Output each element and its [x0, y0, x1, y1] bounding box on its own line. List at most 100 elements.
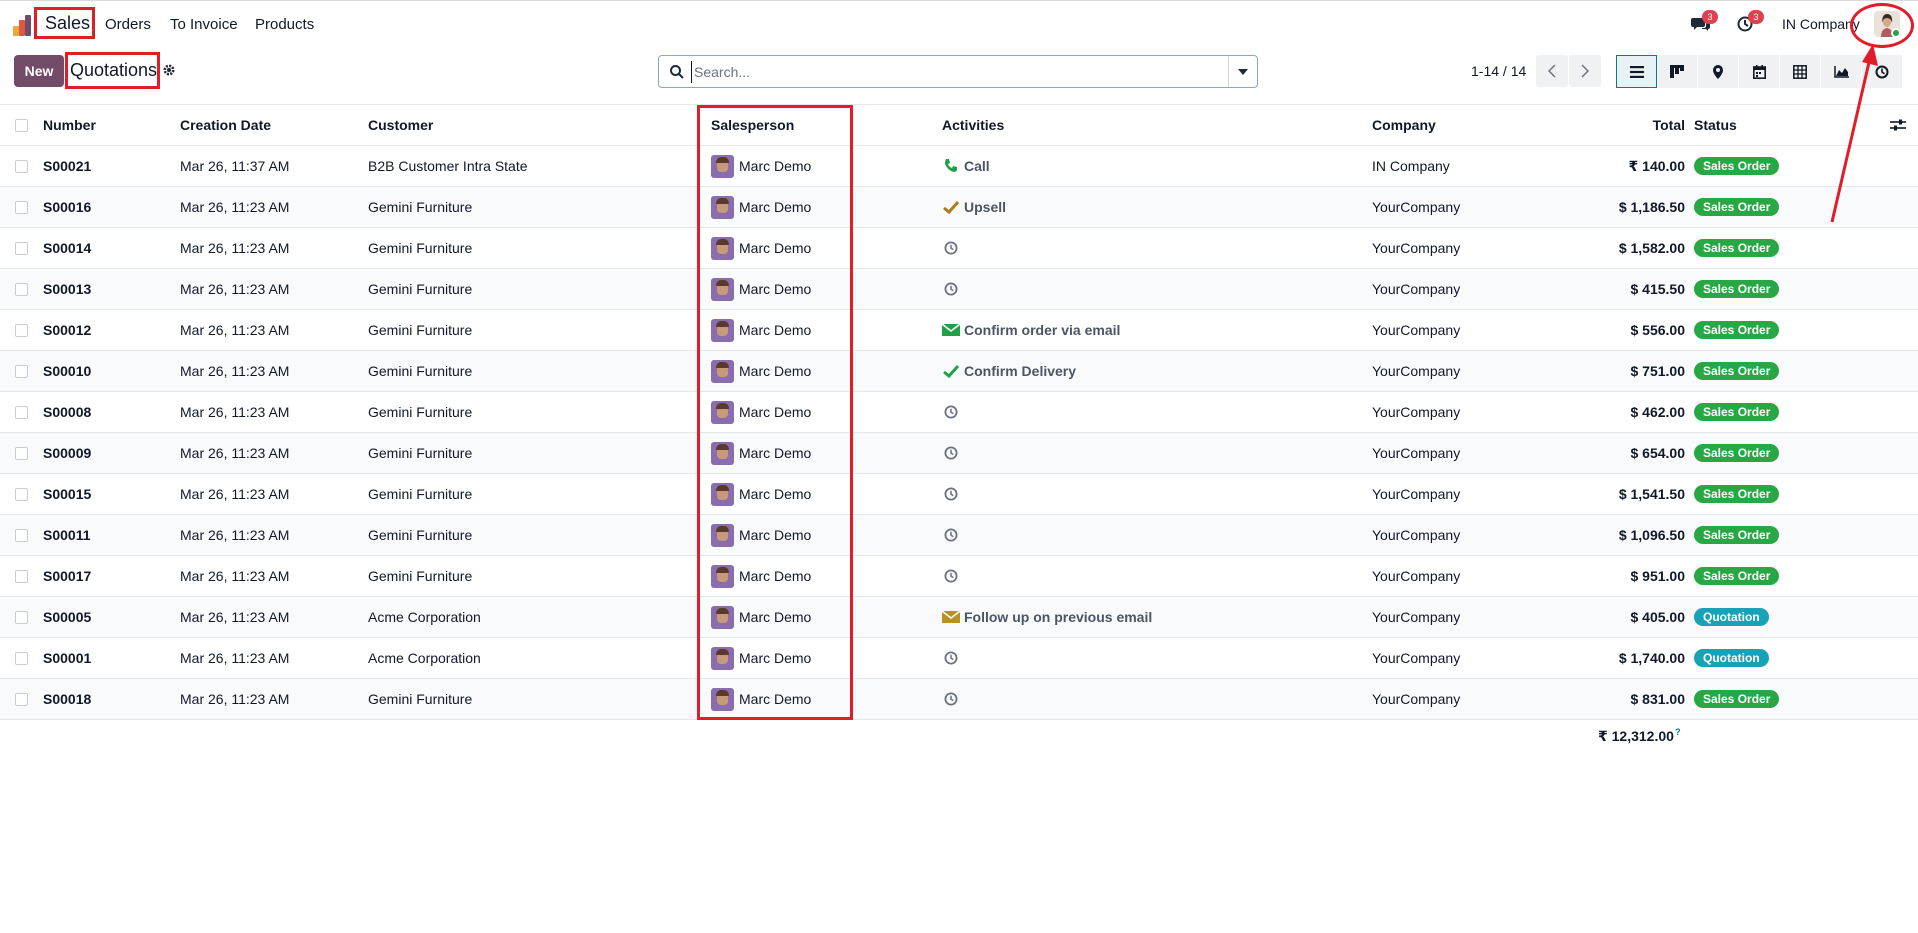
- row-checkbox[interactable]: [15, 652, 28, 665]
- cell-activity[interactable]: [942, 638, 964, 678]
- cell-total: ₹ 140.00: [1628, 157, 1685, 174]
- view-map-button[interactable]: [1698, 55, 1739, 88]
- cell-creation-date: Mar 26, 11:23 AM: [180, 650, 290, 666]
- cell-activity[interactable]: Call: [942, 146, 990, 186]
- menu-products[interactable]: Products: [255, 16, 314, 33]
- table-row[interactable]: S00008 Mar 26, 11:23 AM Gemini Furniture Ma…: [0, 392, 1918, 433]
- status-badge: Sales Order: [1694, 526, 1780, 544]
- table-row[interactable]: S00016 Mar 26, 11:23 AM Gemini Furniture Ma…: [0, 187, 1918, 228]
- table-row[interactable]: S00005 Mar 26, 11:23 AM Acme Corporation Ma…: [0, 597, 1918, 638]
- menu-orders[interactable]: Orders: [105, 16, 151, 33]
- pager-value[interactable]: 1-14 / 14: [1471, 63, 1526, 79]
- column-total[interactable]: Total: [1653, 105, 1685, 145]
- clock-icon[interactable]: [942, 403, 960, 421]
- row-checkbox[interactable]: [15, 488, 28, 501]
- annotation-arrow: [1830, 44, 1878, 223]
- cell-activity[interactable]: [942, 269, 964, 309]
- clock-icon[interactable]: [942, 444, 960, 462]
- actions-gear-button[interactable]: [162, 63, 176, 77]
- messages-button[interactable]: 3: [1691, 10, 1718, 32]
- cell-activity[interactable]: [942, 474, 964, 514]
- table-row[interactable]: S00009 Mar 26, 11:23 AM Gemini Furniture Ma…: [0, 433, 1918, 474]
- company-switcher[interactable]: IN Company: [1782, 16, 1860, 32]
- optional-columns-button[interactable]: [1890, 118, 1906, 132]
- envelope-green-icon[interactable]: [942, 321, 960, 339]
- cell-total: $ 462.00: [1630, 404, 1686, 420]
- cell-total: $ 1,096.50: [1618, 527, 1685, 543]
- cell-customer: Gemini Furniture: [368, 322, 473, 338]
- cell-activity[interactable]: Follow up on previous email: [942, 597, 1152, 637]
- column-company[interactable]: Company: [1372, 105, 1436, 145]
- table-row[interactable]: S00012 Mar 26, 11:23 AM Gemini Furniture Ma…: [0, 310, 1918, 351]
- select-all-checkbox[interactable]: [15, 119, 28, 132]
- cell-status: Sales Order: [1694, 515, 1780, 555]
- row-checkbox[interactable]: [15, 283, 28, 296]
- cell-activity[interactable]: [942, 392, 964, 432]
- menu-to-invoice[interactable]: To Invoice: [170, 16, 238, 33]
- table-row[interactable]: S00015 Mar 26, 11:23 AM Gemini Furniture Ma…: [0, 474, 1918, 515]
- clock-icon[interactable]: [942, 280, 960, 298]
- clock-icon[interactable]: [942, 649, 960, 667]
- table-row[interactable]: S00013 Mar 26, 11:23 AM Gemini Furniture Ma…: [0, 269, 1918, 310]
- column-status[interactable]: Status: [1694, 105, 1737, 145]
- status-badge: Sales Order: [1694, 198, 1780, 216]
- status-badge: Sales Order: [1694, 280, 1780, 298]
- search-input[interactable]: [691, 61, 1221, 83]
- new-button[interactable]: New: [14, 55, 64, 87]
- sales-app-logo-icon[interactable]: [13, 14, 33, 36]
- row-checkbox[interactable]: [15, 693, 28, 706]
- row-checkbox[interactable]: [15, 447, 28, 460]
- grand-total-help-icon[interactable]: ?: [1675, 727, 1681, 737]
- view-pivot-button[interactable]: [1780, 55, 1821, 88]
- row-checkbox[interactable]: [15, 324, 28, 337]
- clock-icon[interactable]: [942, 567, 960, 585]
- row-checkbox[interactable]: [15, 365, 28, 378]
- status-badge: Sales Order: [1694, 239, 1780, 257]
- cell-activity[interactable]: [942, 679, 964, 719]
- cell-company: YourCompany: [1372, 281, 1461, 297]
- column-activities[interactable]: Activities: [942, 105, 1004, 145]
- check-gold-icon[interactable]: [942, 198, 960, 216]
- view-list-button[interactable]: [1616, 55, 1657, 88]
- cell-activity[interactable]: [942, 556, 964, 596]
- envelope-gold-icon[interactable]: [942, 608, 960, 626]
- column-number[interactable]: Number: [43, 105, 96, 145]
- phone-icon[interactable]: [942, 157, 960, 175]
- cell-activity[interactable]: [942, 228, 964, 268]
- table-row[interactable]: S00021 Mar 26, 11:37 AM B2B Customer Intra…: [0, 146, 1918, 187]
- activities-button[interactable]: 3: [1737, 10, 1764, 32]
- cell-activity[interactable]: Upsell: [942, 187, 1006, 227]
- row-checkbox[interactable]: [15, 611, 28, 624]
- row-checkbox[interactable]: [15, 406, 28, 419]
- table-row[interactable]: S00001 Mar 26, 11:23 AM Acme Corporation Ma…: [0, 638, 1918, 679]
- row-checkbox[interactable]: [15, 160, 28, 173]
- table-row[interactable]: S00017 Mar 26, 11:23 AM Gemini Furniture Ma…: [0, 556, 1918, 597]
- search-options-toggle[interactable]: [1228, 56, 1257, 87]
- row-checkbox[interactable]: [15, 242, 28, 255]
- clock-icon[interactable]: [942, 485, 960, 503]
- table-row[interactable]: S00010 Mar 26, 11:23 AM Gemini Furniture Ma…: [0, 351, 1918, 392]
- cell-activity[interactable]: [942, 515, 964, 555]
- view-kanban-button[interactable]: [1657, 55, 1698, 88]
- table-row[interactable]: S00011 Mar 26, 11:23 AM Gemini Furniture Ma…: [0, 515, 1918, 556]
- gear-icon: [163, 64, 175, 76]
- pager-previous-button[interactable]: [1536, 55, 1568, 87]
- pager-next-button[interactable]: [1569, 55, 1601, 87]
- column-customer[interactable]: Customer: [368, 105, 433, 145]
- clock-icon[interactable]: [942, 239, 960, 257]
- table-row[interactable]: S00014 Mar 26, 11:23 AM Gemini Furniture Ma…: [0, 228, 1918, 269]
- table-row[interactable]: S00018 Mar 26, 11:23 AM Gemini Furniture Ma…: [0, 679, 1918, 720]
- clock-icon[interactable]: [942, 526, 960, 544]
- cell-activity[interactable]: Confirm order via email: [942, 310, 1120, 350]
- row-checkbox[interactable]: [15, 529, 28, 542]
- column-creation-date[interactable]: Creation Date: [180, 105, 271, 145]
- cell-total: $ 415.50: [1630, 281, 1686, 297]
- status-badge: Sales Order: [1694, 403, 1780, 421]
- check-green-icon[interactable]: [942, 362, 960, 380]
- row-checkbox[interactable]: [15, 570, 28, 583]
- clock-icon[interactable]: [942, 690, 960, 708]
- cell-activity[interactable]: Confirm Delivery: [942, 351, 1076, 391]
- view-calendar-button[interactable]: [1739, 55, 1780, 88]
- row-checkbox[interactable]: [15, 201, 28, 214]
- cell-activity[interactable]: [942, 433, 964, 473]
